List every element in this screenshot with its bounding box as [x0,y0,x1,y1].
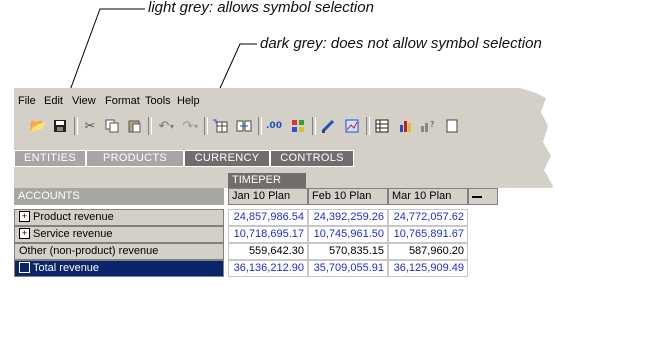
row-label-text: Other (non-product) revenue [19,245,159,257]
paste-icon[interactable] [124,116,144,136]
bar-chart-icon[interactable] [396,116,416,136]
menu-tools[interactable]: Tools [145,95,171,107]
data-grid: ACCOUNTS Jan 10 Plan Feb 10 Plan Mar 10 … [14,188,656,350]
color-icon[interactable] [288,116,308,136]
annotation-light-grey: light grey: allows symbol selection [148,0,374,16]
pivot-icon[interactable] [210,116,230,136]
table-cell[interactable]: 36,125,909.49 [388,260,468,277]
collapse-icon[interactable] [19,261,30,273]
toolbar: 📂 ✂ ↶ ▾ ↷ ▾ .00 ? [14,112,574,140]
grid-icon[interactable] [372,116,392,136]
row-label-service-revenue[interactable]: + Service revenue [14,226,224,243]
column-header[interactable]: Jan 10 Plan [228,188,308,205]
column-minimize-icon [472,196,482,198]
row-dimension-accounts[interactable]: ACCOUNTS [14,188,224,205]
export-icon[interactable] [442,116,462,136]
dimension-products[interactable]: PRODUCTS [86,150,184,167]
table-cell[interactable]: 35,709,055.91 [308,260,388,277]
expand-icon[interactable]: + [19,227,30,239]
chart-icon[interactable] [342,116,362,136]
menu-help[interactable]: Help [177,95,200,107]
undo-dropdown-icon[interactable]: ▾ [168,116,176,136]
svg-text:?: ? [430,120,434,129]
expand-icon[interactable]: + [19,210,30,222]
edit-icon[interactable] [318,116,338,136]
table-cell[interactable]: 24,857,986.54 [228,209,308,226]
app-window: File Edit View Format Tools Help 📂 ✂ ↶ ▾… [14,88,656,350]
table-cell[interactable]: 587,960.20 [388,243,468,260]
redo-dropdown-icon[interactable]: ▾ [192,116,200,136]
copy-icon[interactable] [102,116,122,136]
dimension-controls: CONTROLS [270,150,354,167]
table-cell[interactable]: 36,136,212.90 [228,260,308,277]
row-label-total-revenue[interactable]: Total revenue [14,260,224,277]
toolbar-separator [204,117,208,135]
toolbar-separator [366,117,370,135]
save-icon[interactable] [50,116,70,136]
dimension-currency: CURRENCY [184,150,270,167]
annotation-dark-grey: dark grey: does not allow symbol selecti… [260,35,542,52]
column-header[interactable]: Feb 10 Plan [308,188,388,205]
table-cell[interactable]: 24,392,259.26 [308,209,388,226]
table-cell[interactable]: 24,772,057.62 [388,209,468,226]
menu-format[interactable]: Format [105,95,140,107]
column-dimension-timeper[interactable]: TIMEPER [228,173,306,188]
toolbar-separator [148,117,152,135]
cut-icon[interactable]: ✂ [80,116,100,136]
toolbar-separator [312,117,316,135]
help-chart-icon[interactable]: ? [418,116,438,136]
decimal-icon[interactable]: .00 [264,116,284,136]
column-header[interactable]: Mar 10 Plan [388,188,468,205]
column-header-overflow[interactable] [468,188,498,205]
menu-file[interactable]: File [18,95,36,107]
swap-icon[interactable] [234,116,254,136]
row-label-text: Total revenue [33,262,100,274]
menu-bar: File Edit View Format Tools Help [14,92,574,110]
row-label-product-revenue[interactable]: + Product revenue [14,209,224,226]
toolbar-separator [74,117,78,135]
table-cell[interactable]: 10,765,891.67 [388,226,468,243]
toolbar-separator [258,117,262,135]
menu-edit[interactable]: Edit [44,95,63,107]
table-cell[interactable]: 570,835.15 [308,243,388,260]
row-label-text: Product revenue [33,211,114,223]
dimension-entities[interactable]: ENTITIES [14,150,86,167]
table-cell[interactable]: 10,745,961.50 [308,226,388,243]
row-label-text: Service revenue [33,228,113,240]
row-label-other-revenue[interactable]: Other (non-product) revenue [14,243,224,260]
table-cell[interactable]: 10,718,695.17 [228,226,308,243]
menu-view[interactable]: View [72,95,96,107]
open-folder-icon[interactable]: 📂 [28,116,48,136]
table-cell[interactable]: 559,642.30 [228,243,308,260]
